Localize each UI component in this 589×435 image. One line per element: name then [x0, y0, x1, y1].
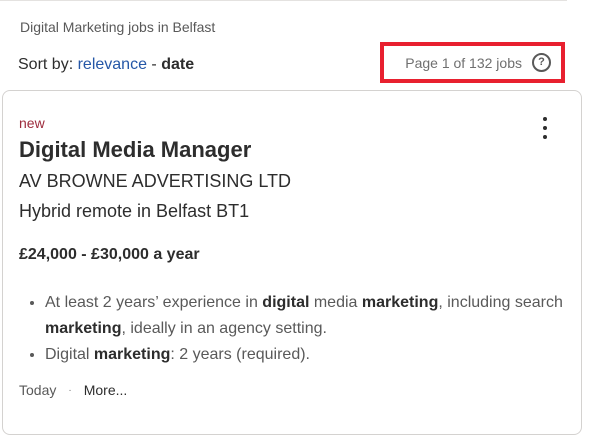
breadcrumb: Digital Marketing jobs in Belfast [20, 19, 216, 35]
snippet-keyword: marketing [361, 294, 439, 311]
sort-label: Sort by: [18, 56, 74, 73]
sort-relevance-link[interactable]: relevance [78, 56, 147, 73]
company-name: AV BROWNE ADVERTISING LTD [19, 171, 292, 191]
snippet-keyword: marketing [45, 320, 122, 337]
page-count-highlight: Page 1 of 132 jobs ? [380, 42, 565, 83]
snippet-item: At least 2 years’ experience in digital … [45, 290, 585, 342]
posted-date: Today [19, 382, 57, 398]
question-circle-icon[interactable]: ? [532, 53, 551, 72]
top-divider [0, 0, 567, 1]
snippet-keyword: digital [262, 294, 310, 311]
salary: £24,000 - £30,000 a year [19, 246, 200, 263]
job-title[interactable]: Digital Media Manager [19, 137, 251, 163]
sort-date-option: date [161, 56, 195, 73]
job-snippet: At least 2 years’ experience in digital … [19, 290, 585, 368]
page-count-text: Page 1 of 132 jobs [405, 54, 522, 71]
card-footer: Today · More... [19, 382, 127, 398]
new-badge: new [19, 115, 45, 131]
snippet-item: Digital marketing: 2 years (required). [45, 342, 585, 368]
snippet-keyword: marketing [93, 346, 171, 363]
sort-separator: - [151, 56, 157, 73]
snippet-text: media [309, 294, 362, 311]
sort-bar: Sort by: relevance - date [18, 56, 194, 74]
job-card[interactable]: new Digital Media Manager AV BROWNE ADVE… [2, 90, 582, 435]
footer-separator: · [68, 384, 72, 396]
more-link[interactable]: More... [84, 382, 128, 398]
snippet-text: At least 2 years’ experience in [45, 294, 263, 311]
snippet-text: , ideally in an agency setting. [121, 320, 327, 337]
snippet-text: Digital [45, 346, 94, 363]
job-location: Hybrid remote in Belfast BT1 [19, 201, 250, 221]
more-options-icon[interactable] [535, 115, 555, 141]
snippet-text: , including search [438, 294, 563, 311]
snippet-text: : 2 years (required). [170, 346, 310, 363]
